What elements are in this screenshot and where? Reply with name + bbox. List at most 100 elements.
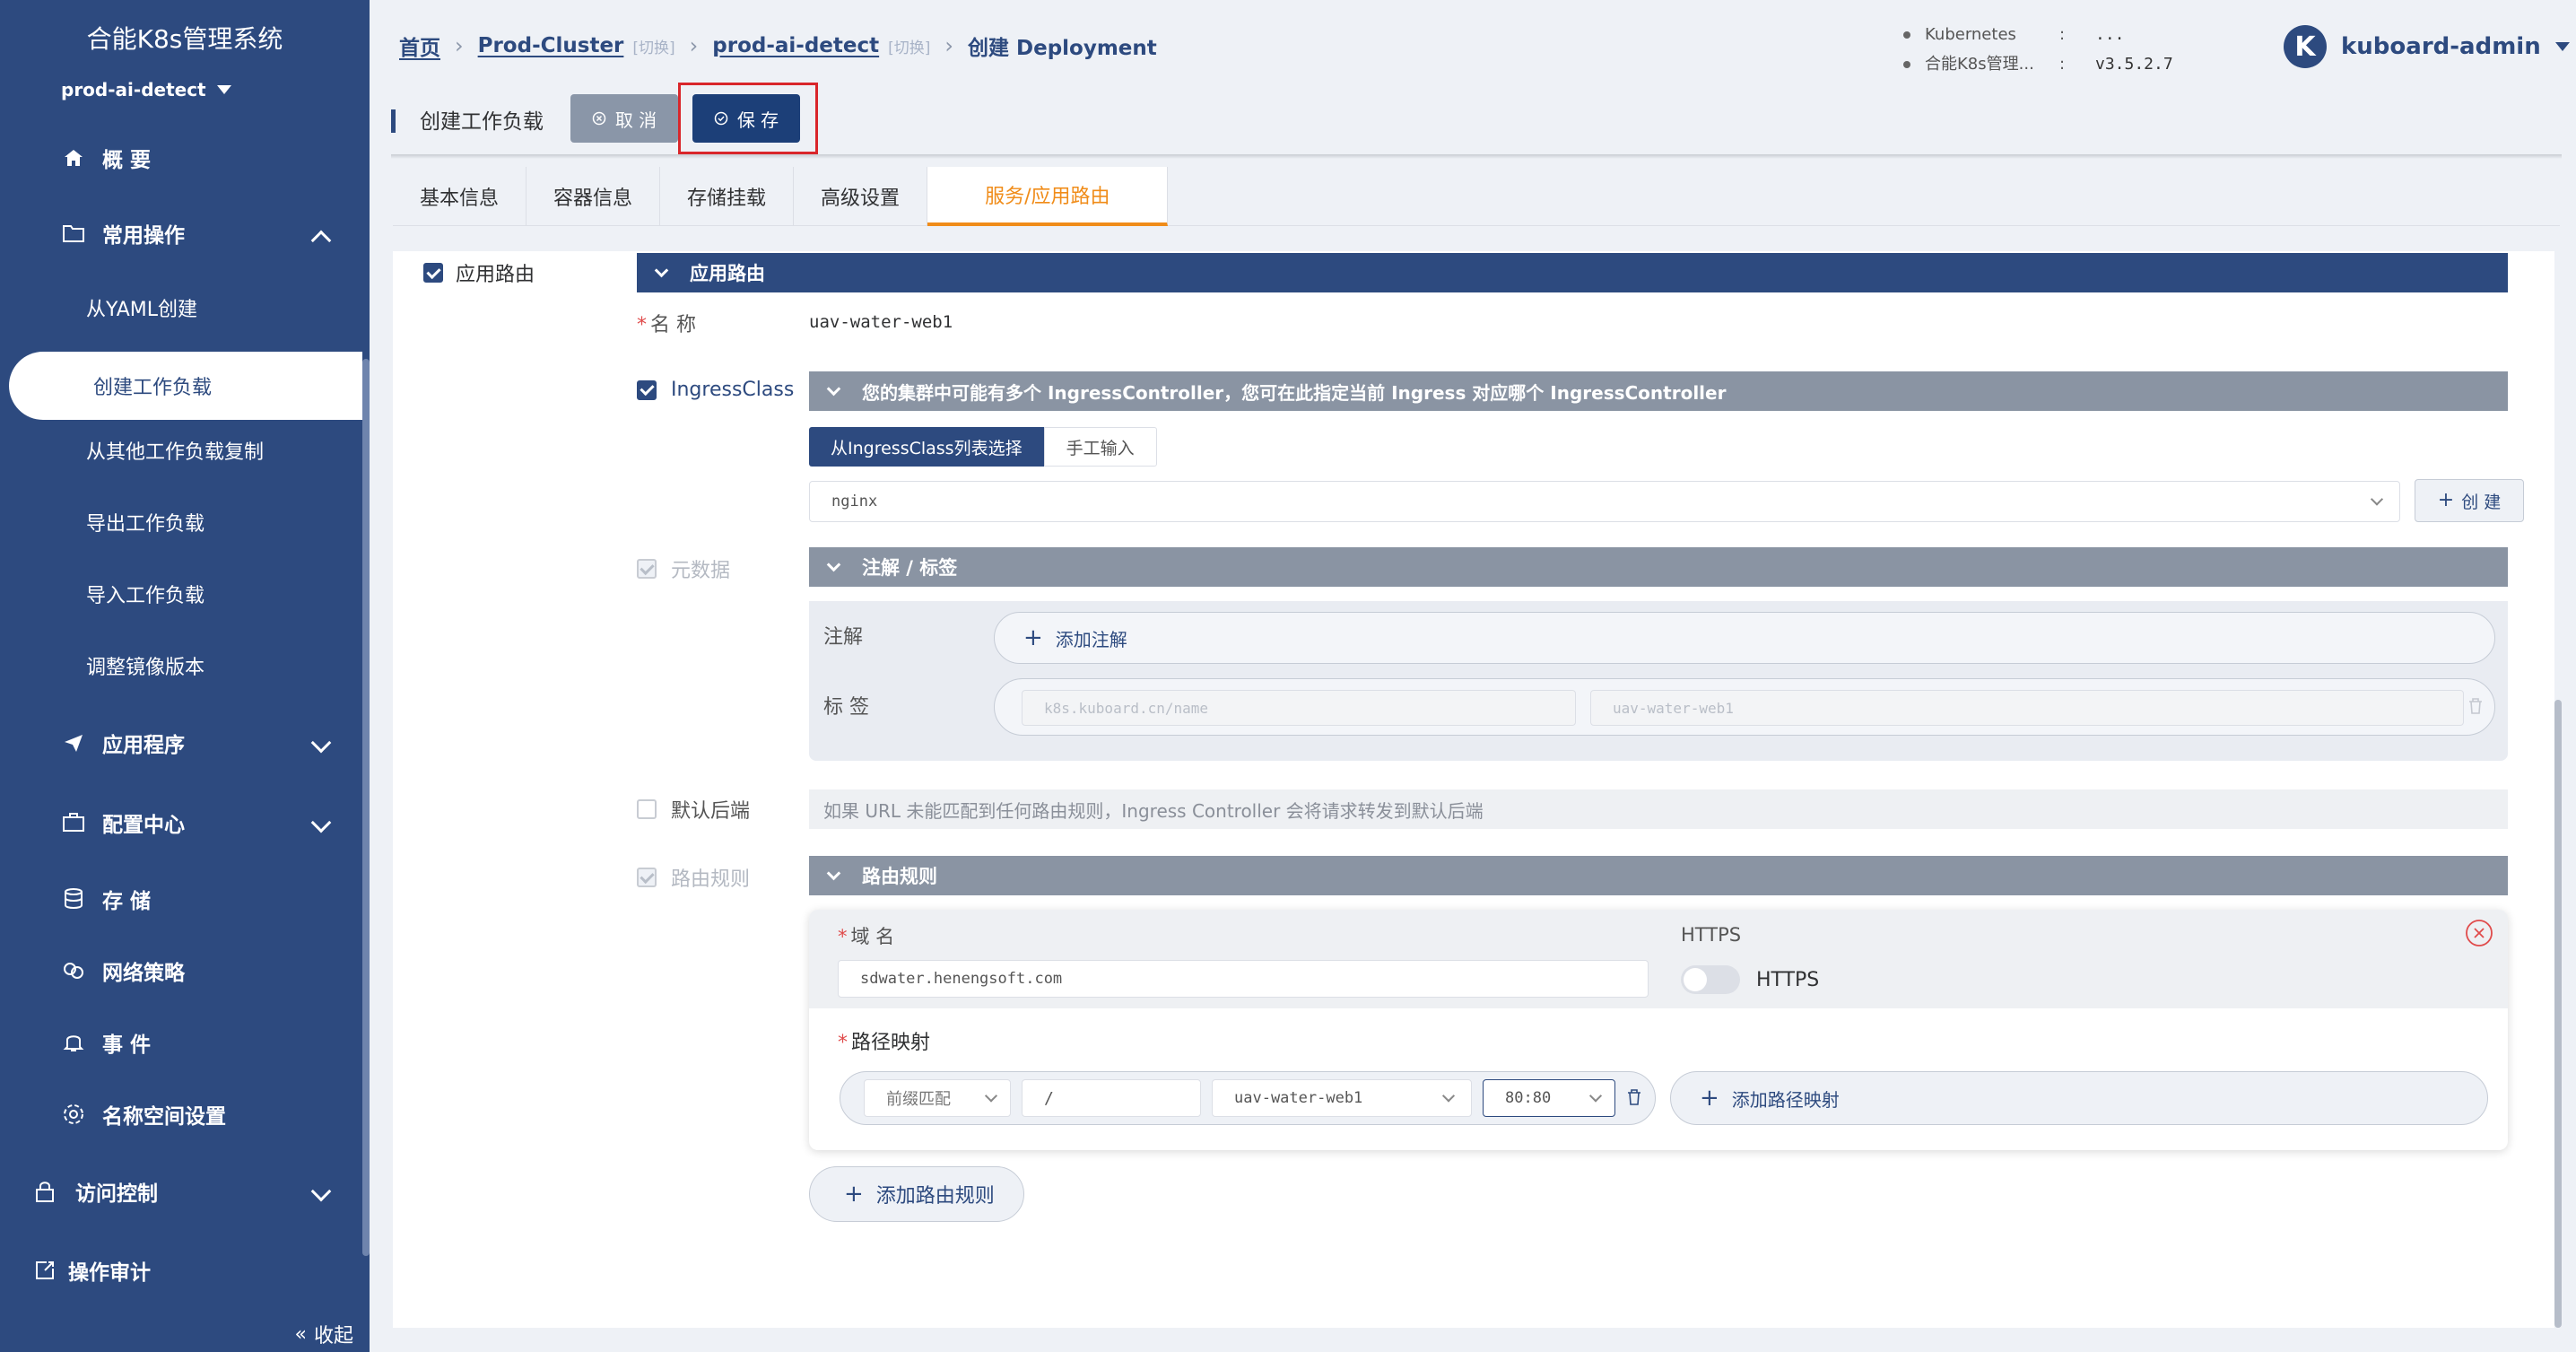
ingress-class-checkbox-row[interactable]: IngressClass bbox=[637, 379, 794, 401]
avatar: K bbox=[2284, 25, 2327, 68]
tab-container-info[interactable]: 容器信息 bbox=[527, 167, 661, 226]
sidebar-scrollbar[interactable] bbox=[362, 359, 370, 1256]
save-button[interactable]: 保 存 bbox=[692, 94, 800, 143]
bell-icon bbox=[61, 1030, 86, 1055]
plus-icon: + bbox=[1700, 1085, 1719, 1112]
sidebar-item-label: 操作审计 bbox=[68, 1261, 151, 1285]
sidebar-item-label: 配置中心 bbox=[102, 814, 185, 837]
tab-service-ingress[interactable]: 服务/应用路由 bbox=[927, 167, 1169, 226]
sidebar-item-storage[interactable]: 存 储 bbox=[0, 872, 362, 926]
delete-label-icon[interactable] bbox=[2467, 697, 2484, 719]
ingress-class-mode-toggle: 从IngressClass列表选择 手工输入 bbox=[809, 427, 1157, 467]
path-mapping-label: * 路径映射 bbox=[838, 1032, 931, 1054]
sidebar-item-config-center[interactable]: 配置中心 bbox=[0, 796, 362, 850]
create-label: 创 建 bbox=[2461, 492, 2502, 512]
folder-icon bbox=[61, 221, 86, 246]
tab-storage[interactable]: 存储挂载 bbox=[660, 167, 795, 226]
path-type-select[interactable]: 前缀匹配 bbox=[864, 1079, 1011, 1117]
label-key-input[interactable]: k8s.kuboard.cn/name bbox=[1022, 690, 1576, 726]
chevron-down-icon bbox=[826, 381, 841, 396]
port-select[interactable]: 80:80 bbox=[1483, 1079, 1615, 1117]
sysinfo-row: Kubernetes : ... bbox=[1903, 20, 2173, 49]
breadcrumb-namespace[interactable]: prod-ai-detect bbox=[712, 34, 879, 57]
create-ingress-class-button[interactable]: + 创 建 bbox=[2415, 479, 2524, 522]
sidebar-item-adjust-image[interactable]: 调整镜像版本 bbox=[0, 639, 362, 693]
https-label: HTTPS bbox=[1681, 924, 1742, 946]
domain-label: * 域 名 bbox=[838, 926, 895, 947]
label-value-input[interactable]: uav-water-web1 bbox=[1590, 690, 2464, 726]
audit-icon bbox=[32, 1258, 57, 1283]
chevron-down-icon bbox=[826, 557, 841, 571]
cancel-button[interactable]: 取 消 bbox=[570, 94, 678, 143]
namespace-switch-link[interactable]: [切换] bbox=[888, 35, 930, 57]
sidebar-item-overview[interactable]: 概 要 bbox=[0, 131, 362, 185]
metadata-checkbox-row: 元数据 bbox=[637, 554, 730, 583]
header: 首页 › Prod-Cluster [切换] › prod-ai-detect … bbox=[370, 0, 2576, 90]
ingress-class-checkbox[interactable] bbox=[637, 379, 657, 400]
rules-section-header[interactable]: 路由规则 bbox=[809, 856, 2508, 895]
https-toggle-label: HTTPS bbox=[1756, 968, 1820, 991]
tab-advanced[interactable]: 高级设置 bbox=[794, 167, 928, 226]
select-from-list-button[interactable]: 从IngressClass列表选择 bbox=[809, 427, 1044, 467]
remove-rule-icon[interactable] bbox=[2465, 919, 2493, 951]
default-backend-hint: 如果 URL 未能匹配到任何路由规则，Ingress Controller 会将… bbox=[809, 789, 2508, 829]
name-value: uav-water-web1 bbox=[809, 312, 953, 332]
breadcrumb-cluster[interactable]: Prod-Cluster bbox=[478, 34, 624, 57]
sidebar-item-copy-workload[interactable]: 从其他工作负载复制 bbox=[0, 423, 362, 477]
tab-basic-info[interactable]: 基本信息 bbox=[393, 167, 527, 226]
plus-icon: + bbox=[2437, 489, 2455, 511]
sidebar-item-import-workload[interactable]: 导入工作负载 bbox=[0, 567, 362, 621]
add-path-mapping-button[interactable]: + 添加路径映射 bbox=[1670, 1071, 2488, 1125]
plus-icon: + bbox=[1023, 624, 1043, 651]
service-select[interactable]: uav-water-web1 bbox=[1212, 1079, 1472, 1117]
delete-path-icon[interactable] bbox=[1626, 1088, 1642, 1110]
path-input[interactable]: / bbox=[1022, 1079, 1201, 1117]
annotations-label: 注解 bbox=[823, 626, 864, 649]
https-toggle-row[interactable]: HTTPS bbox=[1681, 965, 1819, 994]
add-rule-button[interactable]: + 添加路由规则 bbox=[809, 1166, 1024, 1222]
metadata-checkbox bbox=[637, 559, 657, 579]
sidebar-item-create-from-yaml[interactable]: 从YAML创建 bbox=[0, 281, 362, 335]
sidebar-item-create-workload[interactable]: 创建工作负载 bbox=[9, 352, 362, 420]
rules-checkbox bbox=[637, 868, 657, 887]
ingress-enable-checkbox[interactable] bbox=[423, 263, 443, 283]
ingress-class-section-header[interactable]: 您的集群中可能有多个 IngressController，您可在此指定当前 In… bbox=[809, 371, 2508, 411]
manual-input-button[interactable]: 手工输入 bbox=[1043, 427, 1157, 467]
chevron-up-icon bbox=[310, 230, 332, 251]
sidebar-item-export-workload[interactable]: 导出工作负载 bbox=[0, 495, 362, 549]
sidebar-item-label: 创建工作负载 bbox=[93, 377, 213, 399]
sidebar-item-access-control[interactable]: 访问控制 bbox=[0, 1164, 362, 1218]
main-scrollbar[interactable] bbox=[2554, 700, 2562, 1328]
username: kuboard-admin bbox=[2341, 33, 2541, 60]
name-label: * 名 称 bbox=[637, 314, 696, 336]
sidebar-item-label: 从其他工作负载复制 bbox=[86, 441, 265, 464]
name-label-text: 名 称 bbox=[650, 314, 696, 336]
ingress-enable-checkbox-row[interactable]: 应用路由 bbox=[423, 258, 535, 287]
sidebar-item-label: 应用程序 bbox=[102, 734, 185, 757]
collapse-button[interactable]: « 收起 bbox=[295, 1320, 353, 1348]
add-rule-label: 添加路由规则 bbox=[875, 1185, 995, 1208]
https-toggle[interactable] bbox=[1681, 965, 1740, 994]
sidebar-item-namespace-settings[interactable]: 名称空间设置 bbox=[0, 1087, 362, 1141]
user-menu[interactable]: K kuboard-admin bbox=[2284, 25, 2570, 68]
namespace-selector[interactable]: prod-ai-detect bbox=[61, 79, 231, 100]
chevron-down-icon bbox=[1588, 1089, 1603, 1103]
sidebar-item-network-policy[interactable]: 网络策略 bbox=[0, 944, 362, 998]
add-annotation-button[interactable]: + 添加注解 bbox=[994, 612, 2495, 664]
ingress-section-header[interactable]: 应用路由 bbox=[637, 253, 2508, 292]
section-title: 应用路由 bbox=[690, 263, 765, 284]
default-backend-checkbox[interactable] bbox=[637, 799, 657, 819]
chevron-down-icon bbox=[826, 866, 841, 880]
sidebar-item-events[interactable]: 事 件 bbox=[0, 1016, 362, 1069]
domain-input[interactable]: sdwater.henengsoft.com bbox=[838, 960, 1649, 998]
cluster-switch-link[interactable]: [切换] bbox=[632, 35, 674, 57]
sidebar-item-audit[interactable]: 操作审计 bbox=[0, 1243, 362, 1297]
toolbar-shadow bbox=[391, 154, 2562, 159]
ingress-class-select[interactable]: nginx bbox=[809, 481, 2400, 522]
breadcrumb-home[interactable]: 首页 bbox=[399, 31, 440, 61]
default-backend-checkbox-row[interactable]: 默认后端 bbox=[637, 795, 750, 824]
sidebar-item-common-ops[interactable]: 常用操作 bbox=[0, 206, 362, 260]
metadata-section-header[interactable]: 注解 / 标签 bbox=[809, 547, 2508, 587]
chevron-down-icon bbox=[310, 1181, 332, 1202]
sidebar-item-applications[interactable]: 应用程序 bbox=[0, 716, 362, 770]
